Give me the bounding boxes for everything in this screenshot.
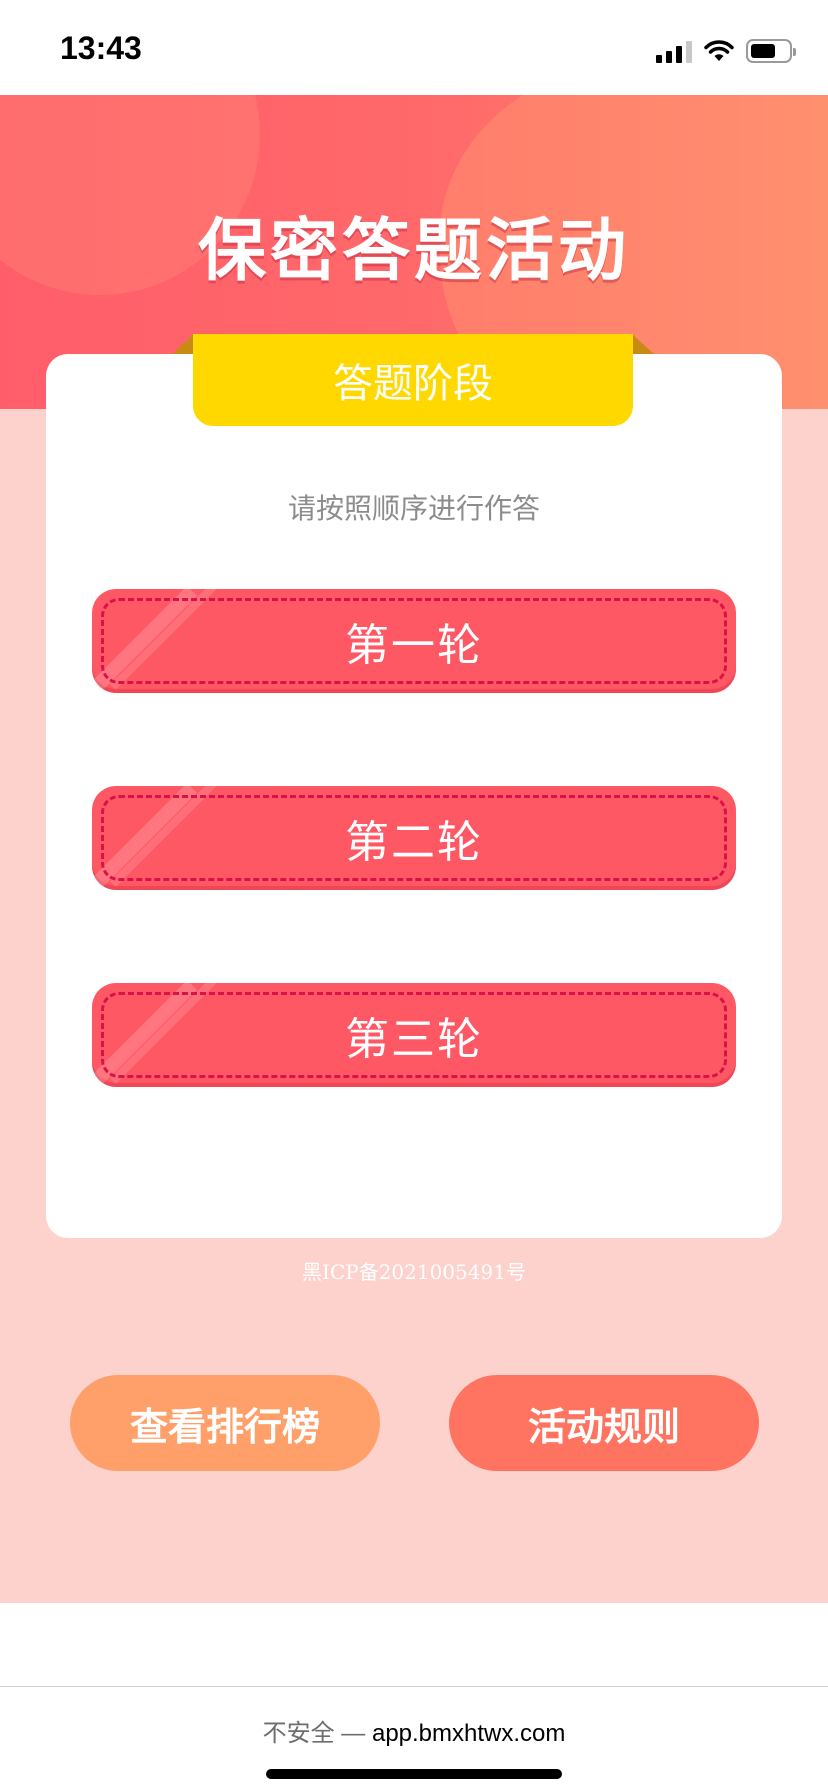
rules-button[interactable]: 活动规则 bbox=[449, 1375, 759, 1471]
instruction-text: 请按照顺序进行作答 bbox=[287, 492, 540, 525]
leaderboard-button-label: 查看排行榜 bbox=[129, 1404, 320, 1449]
url-text: app.bmxhtwx.com bbox=[371, 1720, 566, 1747]
status-time: 13:43 bbox=[60, 30, 142, 66]
icp-license: 黑ICP备2021005491号 bbox=[302, 1260, 526, 1284]
status-icons bbox=[656, 36, 796, 66]
round-2-button[interactable]: 第二轮 bbox=[92, 786, 736, 890]
cellular-signal-icon bbox=[656, 39, 692, 63]
leaderboard-button[interactable]: 查看排行榜 bbox=[70, 1375, 380, 1471]
ribbon-fold bbox=[172, 334, 194, 354]
ribbon-fold bbox=[632, 334, 654, 354]
round-button-label: 第二轮 bbox=[345, 817, 483, 868]
battery-icon bbox=[746, 39, 796, 63]
round-3-button[interactable]: 第三轮 bbox=[92, 983, 736, 1087]
page-title: 保密答题活动 bbox=[197, 212, 630, 291]
home-indicator[interactable] bbox=[266, 1769, 562, 1779]
round-button-label: 第一轮 bbox=[345, 620, 483, 671]
wifi-icon bbox=[704, 40, 734, 61]
round-1-button[interactable]: 第一轮 bbox=[92, 589, 736, 693]
round-button-label: 第三轮 bbox=[345, 1014, 483, 1065]
insecure-label: 不安全 — bbox=[262, 1720, 366, 1747]
quiz-app: 保密答题活动 答题阶段 请按照顺序进行作答 第一轮 第二轮 第三轮 黑ICP备2… bbox=[0, 95, 828, 1603]
status-bar: 13:43 bbox=[0, 0, 828, 95]
stage-ribbon: 答题阶段 bbox=[193, 334, 633, 426]
url-display[interactable]: 不安全 — app.bmxhtwx.com bbox=[0, 1713, 828, 1748]
browser-address-bar[interactable]: 不安全 — app.bmxhtwx.com bbox=[0, 1686, 828, 1792]
rules-button-label: 活动规则 bbox=[527, 1404, 680, 1449]
